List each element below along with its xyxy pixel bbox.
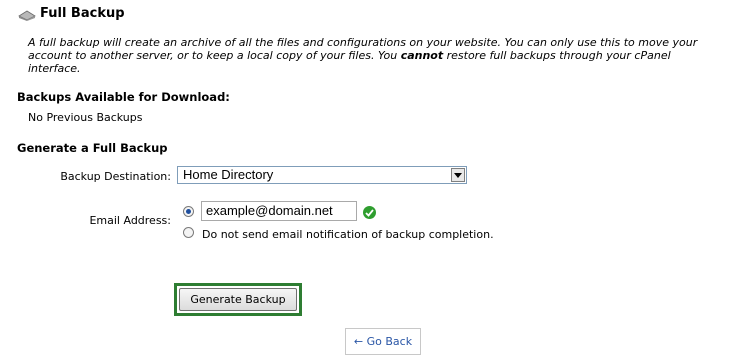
page-title: Full Backup	[40, 6, 125, 21]
generate-backup-heading: Generate a Full Backup	[17, 141, 168, 155]
no-backups-text: No Previous Backups	[28, 111, 143, 124]
description-line-2: account to another server, or to keep a …	[28, 49, 671, 62]
destination-selected-value: Home Directory	[183, 167, 274, 182]
go-back-link[interactable]: ← Go Back	[345, 328, 421, 355]
description-line-3: interface.	[28, 62, 81, 75]
email-address-label: Email Address:	[89, 214, 171, 227]
no-email-label: Do not send email notification of backup…	[202, 228, 494, 241]
valid-check-icon	[363, 206, 376, 219]
email-field[interactable]: example@domain.net	[201, 201, 357, 221]
no-email-radio[interactable]	[183, 227, 194, 238]
description-line-1: A full backup will create an archive of …	[28, 36, 698, 49]
generate-backup-button[interactable]: Generate Backup	[179, 288, 297, 311]
cannot-emphasis: cannot	[400, 49, 444, 62]
backups-available-heading: Backups Available for Download:	[17, 90, 230, 104]
disk-icon	[18, 10, 36, 21]
chevron-down-icon[interactable]	[451, 168, 465, 182]
email-radio[interactable]	[183, 206, 194, 217]
backup-destination-select[interactable]: Home Directory	[177, 166, 467, 184]
destination-label: Backup Destination:	[60, 170, 171, 183]
backup-description: A full backup will create an archive of …	[28, 36, 728, 75]
